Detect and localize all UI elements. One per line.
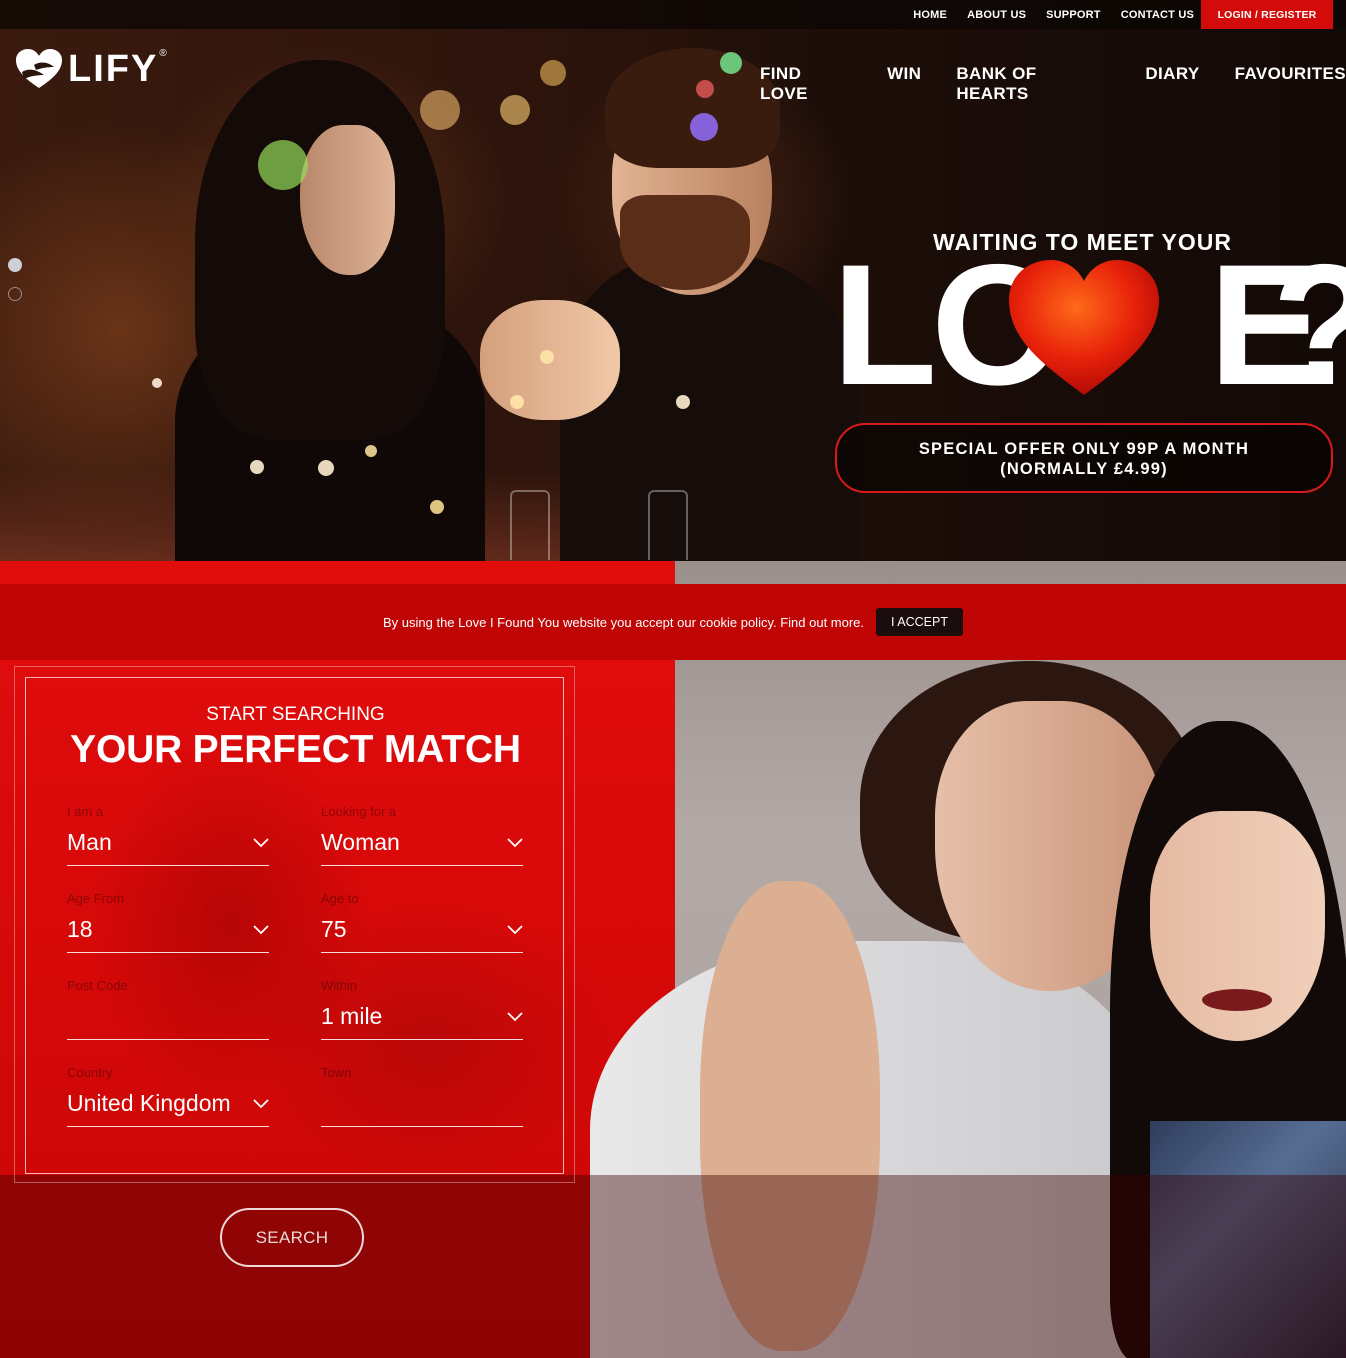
man-hair bbox=[605, 48, 780, 168]
wine-glass bbox=[510, 490, 550, 560]
man-silhouette bbox=[560, 255, 860, 561]
nav-diary[interactable]: DIARY bbox=[1145, 64, 1199, 104]
bokeh-light bbox=[696, 80, 714, 98]
cookie-accept-button[interactable]: I ACCEPT bbox=[876, 608, 963, 636]
offer-line-2: (NORMALLY £4.99) bbox=[1000, 460, 1168, 478]
field-value: 75 bbox=[321, 916, 347, 942]
bokeh-light bbox=[365, 445, 377, 457]
love-heart-icon bbox=[1009, 260, 1159, 395]
bokeh-light bbox=[152, 378, 162, 388]
woman-face bbox=[300, 125, 395, 275]
field-label: Looking for a bbox=[321, 804, 397, 819]
bokeh-light bbox=[720, 52, 742, 74]
site-logo[interactable]: LIFY ® bbox=[14, 48, 167, 90]
field-label: Age From bbox=[67, 891, 125, 906]
country-select[interactable]: Country United Kingdom bbox=[67, 1065, 269, 1127]
bokeh-light bbox=[690, 113, 718, 141]
slide-dot[interactable] bbox=[8, 287, 22, 301]
topnav-support[interactable]: SUPPORT bbox=[1046, 9, 1101, 21]
bokeh-light bbox=[318, 460, 334, 476]
cookie-banner: By using the Love I Found You website yo… bbox=[0, 584, 1346, 660]
chevron-down-icon bbox=[253, 837, 269, 847]
chevron-down-icon bbox=[253, 924, 269, 934]
bokeh-light bbox=[540, 60, 566, 86]
chevron-down-icon bbox=[507, 837, 523, 847]
main-navigation: FIND LOVE WIN BANK OF HEARTS DIARY FAVOU… bbox=[760, 64, 1346, 104]
bokeh-light bbox=[500, 95, 530, 125]
logo-wordmark: LIFY bbox=[68, 48, 159, 90]
slide-dot-active[interactable] bbox=[8, 258, 22, 272]
bokeh-light bbox=[430, 500, 444, 514]
town-input[interactable]: Town bbox=[321, 1065, 523, 1127]
chevron-down-icon bbox=[507, 1011, 523, 1021]
field-label: Age to bbox=[321, 891, 359, 906]
search-button[interactable]: SEARCH bbox=[220, 1208, 364, 1267]
woman-floral-dress bbox=[1150, 1121, 1346, 1358]
bokeh-light bbox=[540, 350, 554, 364]
iam-select[interactable]: I am a Man bbox=[67, 804, 269, 866]
field-label: Within bbox=[321, 978, 358, 993]
love-question-mark: ? bbox=[1272, 239, 1346, 411]
man-beard bbox=[620, 195, 750, 290]
field-value: United Kingdom bbox=[67, 1090, 231, 1116]
offer-line-1: SPECIAL OFFER ONLY 99P A MONTH bbox=[918, 440, 1250, 458]
woman-lips bbox=[1202, 989, 1272, 1011]
field-value: 18 bbox=[67, 916, 93, 942]
search-kicker: START SEARCHING bbox=[206, 704, 385, 725]
field-label: I am a bbox=[67, 804, 104, 819]
age-from-select[interactable]: Age From 18 bbox=[67, 891, 269, 953]
search-headline: YOUR PERFECT MATCH bbox=[70, 728, 521, 771]
postcode-input[interactable]: Post Code bbox=[67, 978, 269, 1040]
topnav-home[interactable]: HOME bbox=[913, 9, 947, 21]
chevron-down-icon bbox=[507, 924, 523, 934]
field-label: Country bbox=[67, 1065, 113, 1080]
chevron-down-icon bbox=[253, 1098, 269, 1108]
field-value: 1 mile bbox=[321, 1003, 383, 1029]
bokeh-light bbox=[258, 140, 308, 190]
logo-heart-icon bbox=[16, 49, 62, 88]
nav-win[interactable]: WIN bbox=[887, 64, 921, 104]
field-label: Town bbox=[321, 1065, 352, 1080]
field-label: Post Code bbox=[67, 978, 128, 993]
embracing-arm bbox=[700, 881, 880, 1351]
cookie-message[interactable]: By using the Love I Found You website yo… bbox=[383, 615, 864, 630]
search-section: By using the Love I Found You website yo… bbox=[0, 561, 1346, 1358]
nav-find-love[interactable]: FIND LOVE bbox=[760, 64, 852, 104]
wine-glass bbox=[648, 490, 688, 560]
hero-love-heading: LOE ? bbox=[832, 239, 1346, 411]
field-value: Man bbox=[67, 829, 112, 855]
bokeh-light bbox=[510, 395, 524, 409]
bokeh-light bbox=[250, 460, 264, 474]
looking-for-select[interactable]: Looking for a Woman bbox=[321, 804, 523, 866]
nav-favourites[interactable]: FAVOURITES bbox=[1235, 64, 1346, 104]
age-to-select[interactable]: Age to 75 bbox=[321, 891, 523, 953]
field-value: Woman bbox=[321, 829, 400, 855]
nav-bank-of-hearts[interactable]: BANK OF HEARTS bbox=[956, 64, 1110, 104]
bokeh-light bbox=[676, 395, 690, 409]
search-panel: START SEARCHING YOUR PERFECT MATCH I am … bbox=[25, 677, 564, 1174]
slider-pagination bbox=[8, 258, 22, 316]
within-select[interactable]: Within 1 mile bbox=[321, 978, 523, 1040]
special-offer-button[interactable]: SPECIAL OFFER ONLY 99P A MONTH (NORMALLY… bbox=[835, 423, 1333, 493]
top-utility-bar: HOME ABOUT US SUPPORT CONTACT US bbox=[0, 0, 1346, 29]
registered-mark: ® bbox=[159, 48, 167, 59]
bokeh-light bbox=[420, 90, 460, 130]
topnav-about-us[interactable]: ABOUT US bbox=[967, 9, 1026, 21]
login-register-button[interactable]: LOGIN / REGISTER bbox=[1201, 0, 1333, 29]
topnav-contact-us[interactable]: CONTACT US bbox=[1121, 9, 1194, 21]
